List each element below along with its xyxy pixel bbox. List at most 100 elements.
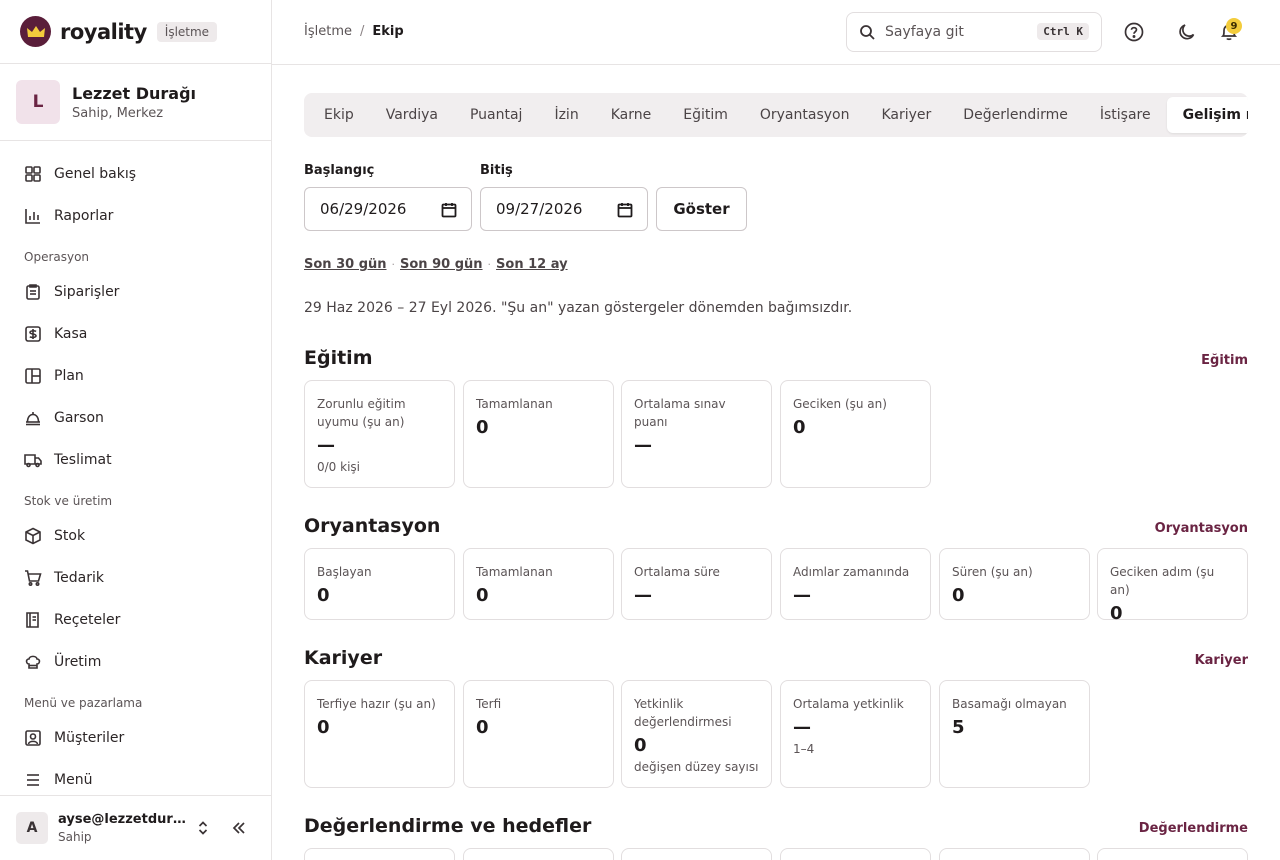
stat-card [939, 848, 1090, 860]
sidebar-item-tedarik[interactable]: Tedarik [0, 557, 271, 599]
sidebar-item-garson[interactable]: Garson [0, 397, 271, 439]
sidebar-item-label: Stok [54, 528, 86, 544]
stat-card: Yetkinlik değerlendirmesi 0 değişen düzey … [621, 680, 772, 788]
stat-label: Ortalama yetkinlik [793, 697, 904, 711]
stat-value: 0 [476, 417, 489, 438]
stat-value: 0 [634, 735, 647, 756]
sidebar: royality İşletme L Lezzet Durağı Sahip, … [0, 0, 272, 860]
brand-name: royality [60, 19, 147, 44]
stat-label: Ortalama süre [634, 565, 720, 579]
sidebar-item-label: Siparişler [54, 284, 120, 300]
quick-range-12-months[interactable]: Son 12 ay [496, 257, 568, 272]
stat-value: 0 [317, 585, 330, 606]
nav-group-title: Menü ve pazarlama [24, 696, 143, 710]
section-link-kariyer[interactable]: Kariyer [1195, 653, 1248, 668]
stat-card: Terfiye hazır (şu an) 0 [304, 680, 455, 788]
dollar-icon [25, 326, 41, 342]
tab-item[interactable]: Ekip [308, 97, 370, 133]
sidebar-item-genel-bakis[interactable]: Genel bakış [0, 153, 271, 195]
stat-value: 0 [793, 417, 806, 438]
stat-value: — [634, 585, 652, 606]
end-date-input[interactable]: 09/27/2026 [480, 187, 648, 231]
calendar-icon[interactable] [441, 202, 457, 218]
topbar: İşletme / Ekip Sayfaya git Ctrl K 9 [272, 0, 1280, 65]
crown-logo-icon[interactable] [20, 16, 51, 47]
breadcrumb-current: Ekip [372, 24, 404, 39]
section-title-degerlendirme: Değerlendirme ve hedefler [304, 815, 592, 837]
sidebar-item-kasa[interactable]: Kasa [0, 313, 271, 355]
show-button[interactable]: Göster [656, 187, 747, 231]
user-role: Sahip [58, 830, 92, 844]
tab-item[interactable]: Değerlendirme [947, 97, 1084, 133]
range-note: 29 Haz 2026 – 27 Eyl 2026. "Şu an" yazan… [304, 300, 853, 316]
stat-label: Terfi [476, 697, 502, 711]
stat-value: — [793, 585, 811, 606]
section-link-degerlendirme[interactable]: Değerlendirme [1139, 821, 1248, 836]
sidebar-item-plan[interactable]: Plan [0, 355, 271, 397]
calendar-icon[interactable] [617, 202, 633, 218]
breadcrumb-parent[interactable]: İşletme [304, 24, 352, 39]
help-icon[interactable] [1124, 22, 1144, 42]
book-icon [26, 612, 39, 628]
tab-item[interactable]: Kariyer [865, 97, 947, 133]
sidebar-item-label: Menü [54, 772, 93, 788]
sidebar-item-uretim[interactable]: Üretim [0, 641, 271, 683]
collapse-sidebar-icon[interactable] [230, 819, 248, 837]
stat-label: Basamağı olmayan [952, 697, 1067, 711]
sidebar-item-label: Üretim [54, 654, 102, 670]
stat-card: Basamağı olmayan 5 [939, 680, 1090, 788]
box-icon [25, 527, 41, 545]
sidebar-item-receteler[interactable]: Reçeteler [0, 599, 271, 641]
stat-label: Yetkinlik değerlendirmesi [634, 697, 732, 729]
stat-card: Tamamlanan 0 [463, 380, 614, 488]
stat-card: Ortalama yetkinlik — 1–4 [780, 680, 931, 788]
moon-icon[interactable] [1177, 22, 1197, 42]
tab-item[interactable]: Vardiya [370, 97, 454, 133]
stat-subtext: değişen düzey sayısı [634, 760, 759, 774]
sidebar-item-musteriler[interactable]: Müşteriler [0, 717, 271, 759]
tab-item[interactable]: Puantaj [454, 97, 538, 133]
layout-icon [25, 368, 41, 384]
stat-card: Süren (şu an) 0 [939, 548, 1090, 620]
stat-label: Terfiye hazır (şu an) [317, 697, 436, 711]
section-link-oryantasyon[interactable]: Oryantasyon [1155, 521, 1248, 536]
section-title-kariyer: Kariyer [304, 647, 383, 669]
start-date-label: Başlangıç [304, 163, 375, 178]
stat-label: Geciken (şu an) [793, 397, 887, 411]
start-date-input[interactable]: 06/29/2026 [304, 187, 472, 231]
stat-card [621, 848, 772, 860]
tab-item[interactable]: Eğitim [667, 97, 744, 133]
chevron-up-down-icon[interactable] [194, 819, 212, 837]
tab-item[interactable]: İzin [538, 97, 594, 133]
nav-group-title: Operasyon [24, 250, 90, 264]
org-switcher[interactable]: L Lezzet Durağı Sahip, Merkez [0, 64, 271, 141]
sidebar-item-raporlar[interactable]: Raporlar [0, 195, 271, 237]
section-link-egitim[interactable]: Eğitim [1201, 353, 1248, 368]
menu-icon [27, 774, 39, 786]
stat-card: Geciken (şu an) 0 [780, 380, 931, 488]
search-input[interactable]: Sayfaya git Ctrl K [846, 12, 1102, 52]
sidebar-item-siparisler[interactable]: Siparişler [0, 271, 271, 313]
stat-label: Ortalama sınav puanı [634, 397, 726, 429]
sidebar-item-label: Plan [54, 368, 84, 384]
tab-item[interactable]: Gelişim raporu [1166, 97, 1248, 133]
stat-value: — [634, 435, 652, 456]
sidebar-item-label: Raporlar [54, 208, 114, 224]
stat-card [463, 848, 614, 860]
user-avatar: A [16, 812, 48, 844]
dot-separator: · [391, 258, 396, 271]
tab-item[interactable]: İstişare [1084, 97, 1167, 133]
stat-card: Geciken adım (şu an) 0 [1097, 548, 1248, 624]
sidebar-item-stok[interactable]: Stok [0, 515, 271, 557]
cart-icon [25, 570, 42, 587]
stat-label: Başlayan [317, 565, 372, 579]
sidebar-item-label: Genel bakış [54, 166, 137, 182]
tab-item[interactable]: Karne [595, 97, 668, 133]
tab-item[interactable]: Oryantasyon [744, 97, 866, 133]
end-date-label: Bitiş [480, 163, 513, 178]
user-menu[interactable]: A ayse@lezzetduragi.com Sahip [0, 795, 271, 860]
stat-label: Tamamlanan [476, 565, 553, 579]
sidebar-item-teslimat[interactable]: Teslimat [0, 439, 271, 481]
quick-range-30-days[interactable]: Son 30 gün [304, 257, 387, 272]
quick-range-90-days[interactable]: Son 90 gün [400, 257, 483, 272]
